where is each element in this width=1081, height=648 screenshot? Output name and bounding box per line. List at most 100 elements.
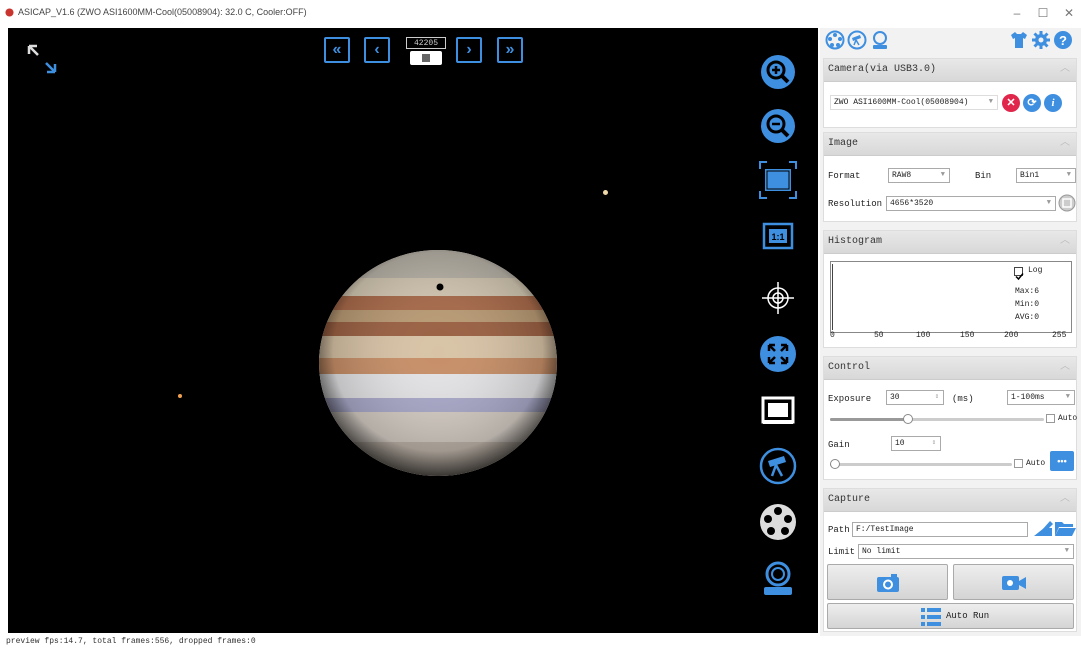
expand-roi-icon[interactable] [758,334,798,374]
stop-button[interactable] [410,51,442,65]
zoom-in-icon[interactable] [758,52,798,92]
capture-section: Capture ︿ Path F:/TestImage Limit No lim… [823,488,1077,632]
disconnect-icon[interactable]: ✕ [1002,94,1020,112]
capture-video-button[interactable] [953,564,1074,600]
control-header-label: Control [828,362,871,373]
exposure-slider-thumb[interactable] [903,414,914,424]
chevron-down-icon: ▼ [1046,199,1051,207]
close-window-button[interactable]: ✕ [1057,4,1081,22]
edit-path-icon[interactable] [1032,518,1054,538]
tick-label: 100 [916,331,931,340]
camera-icon [877,574,899,592]
svg-text:1:1: 1:1 [771,232,784,242]
histogram-header-label: Histogram [828,236,883,247]
folder-open-icon[interactable] [1054,518,1076,538]
control-panel: ? Camera(via USB3.0) ︿ ZWO ASI1600MM-Coo… [820,28,1081,636]
capture-image-button[interactable] [827,564,948,600]
settings-gear-icon[interactable] [1031,30,1051,50]
bin-select[interactable]: Bin1 ▼ [1016,168,1076,183]
focuser-toolbar-icon[interactable] [870,30,890,50]
filter-wheel-toolbar-icon[interactable] [825,30,845,50]
gain-label: Gain [828,440,850,450]
svg-text:?: ? [1059,33,1067,48]
control-section: Control ︿ Exposure 30 ⇕ (ms) 1-100ms ▼ A… [823,356,1077,480]
collapse-icon[interactable]: ︿ [1060,489,1070,511]
control-section-header[interactable]: Control ︿ [824,357,1076,380]
help-icon[interactable]: ? [1053,30,1073,50]
format-label: Format [828,171,861,181]
gain-slider-thumb[interactable] [829,459,840,469]
gain-value: 10 [895,439,905,448]
exposure-input[interactable]: 30 ⇕ [886,390,944,405]
tick-label: 150 [960,331,975,340]
spinner-icon[interactable]: ⇕ [932,437,936,450]
histogram-section-header[interactable]: Histogram ︿ [824,231,1076,254]
first-frame-button[interactable]: « [324,37,350,63]
collapse-icon[interactable]: ︿ [1060,357,1070,379]
histogram-max: Max:6 [1015,287,1040,296]
histogram-axis: 0 50 100 150 200 255 [830,331,1072,341]
path-value: F:/TestImage [856,525,914,534]
refresh-icon[interactable]: ⟳ [1023,94,1041,112]
log-checkbox[interactable] [1014,267,1024,281]
histogram-avg: AVG:0 [1015,313,1040,322]
camera-select[interactable]: ZWO ASI1600MM-Cool(05008904) ▼ [830,95,998,110]
gain-slider[interactable] [829,459,1012,469]
status-bar: preview fps:14.7, total frames:556, drop… [6,637,256,646]
image-section-header[interactable]: Image ︿ [824,133,1076,156]
zoom-out-icon[interactable] [758,106,798,146]
auto-run-button[interactable]: Auto Run [827,603,1074,629]
roi-frame-icon[interactable] [758,390,798,430]
window-title: ASICAP_V1.6 (ZWO ASI1600MM-Cool(05008904… [18,7,307,17]
bin-label: Bin [975,171,992,181]
last-frame-button[interactable]: » [497,37,523,63]
prev-frame-button[interactable]: ‹ [364,37,390,63]
chevron-down-icon: ▼ [988,98,993,106]
bin-select-value: Bin1 [1020,171,1040,180]
capture-section-header[interactable]: Capture ︿ [824,489,1076,512]
camera-section-header[interactable]: Camera(via USB3.0) ︿ [824,59,1076,82]
fullscreen-toggle-icon[interactable] [26,43,58,75]
exposure-value: 30 [890,393,900,402]
frame-counter: 42205 [406,37,446,65]
limit-select[interactable]: No limit ▼ [858,544,1074,559]
info-icon[interactable]: i [1044,94,1062,112]
collapse-icon[interactable]: ︿ [1060,59,1070,81]
collapse-icon[interactable]: ︿ [1060,133,1070,155]
exposure-range-select[interactable]: 1-100ms ▼ [1007,390,1075,405]
log-label: Log [1028,266,1043,275]
maximize-button[interactable]: ☐ [1031,4,1055,22]
focuser-icon[interactable] [758,558,798,598]
filter-wheel-icon[interactable] [758,502,798,542]
crosshair-icon[interactable] [758,278,798,318]
exposure-auto-checkbox[interactable] [1046,414,1055,423]
exposure-label: Exposure [828,394,872,404]
resolution-select[interactable]: 4656*3520 ▼ [886,196,1056,211]
fit-window-icon[interactable] [758,160,798,200]
collapse-icon[interactable]: ︿ [1060,231,1070,253]
next-frame-button[interactable]: › [456,37,482,63]
minimize-button[interactable]: – [1005,4,1029,22]
chevron-down-icon: ▼ [1066,171,1071,179]
tick-label: 50 [874,331,884,340]
exposure-range-value: 1-100ms [1011,393,1045,402]
more-controls-button[interactable]: ••• [1050,451,1074,471]
actual-size-icon[interactable]: 1:1 [758,216,798,256]
tick-label: 255 [1052,331,1067,340]
limit-select-value: No limit [862,547,901,556]
exposure-slider-fill [830,418,908,421]
limit-label: Limit [828,547,856,557]
telescope-icon[interactable] [758,446,798,486]
exposure-slider[interactable] [830,414,1044,424]
telescope-toolbar-icon[interactable] [847,30,867,50]
app-logo-icon [5,8,14,17]
format-select[interactable]: RAW8 ▼ [888,168,950,183]
skin-shirt-icon[interactable] [1009,30,1029,50]
spinner-icon[interactable]: ⇕ [935,391,939,404]
checkmark-icon [1015,273,1024,281]
gain-auto-checkbox[interactable] [1014,459,1023,468]
path-input[interactable]: F:/TestImage [852,522,1028,537]
preview-area[interactable]: « ‹ 42205 › » 1:1 [8,28,818,633]
gain-input[interactable]: 10 ⇕ [891,436,941,451]
roi-settings-icon[interactable] [1058,194,1076,212]
